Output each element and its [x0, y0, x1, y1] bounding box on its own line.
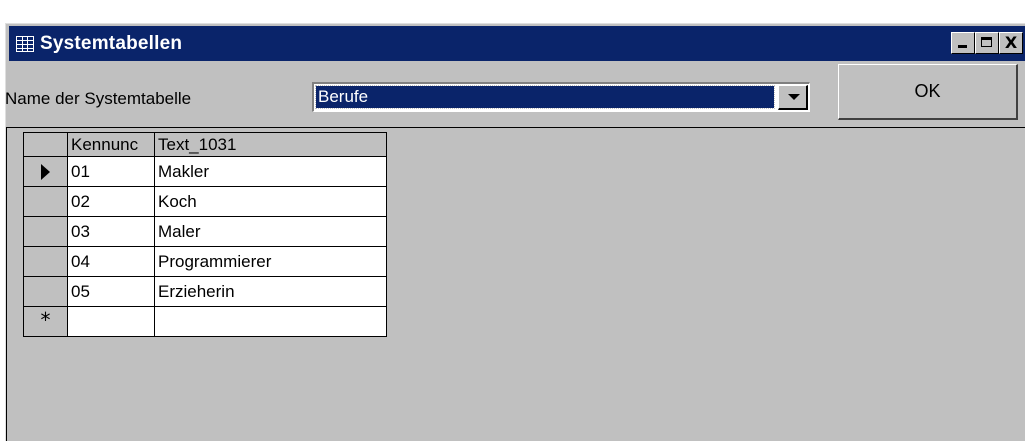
kennung-cell[interactable]: 01 [67, 156, 155, 187]
kennung-cell[interactable] [67, 306, 155, 337]
text-cell[interactable]: Erzieherin [154, 276, 387, 307]
combobox-dropdown-button[interactable] [778, 85, 808, 110]
window-title: Systemtabellen [40, 32, 183, 54]
combobox-selected-value[interactable]: Berufe [315, 85, 775, 109]
table-row[interactable]: 01 Makler [23, 156, 387, 187]
table-row[interactable]: 02 Koch [23, 186, 387, 217]
table-row[interactable]: 05 Erzieherin [23, 276, 387, 307]
row-selector[interactable]: * [23, 306, 68, 337]
ok-button[interactable]: OK [838, 64, 1018, 120]
text-cell[interactable]: Koch [154, 186, 387, 217]
table-header-row: Kennunc Text_1031 [23, 132, 387, 157]
systemtabelle-combobox[interactable]: Berufe [312, 82, 810, 112]
maximize-button[interactable] [975, 32, 999, 54]
select-all-cell[interactable] [23, 132, 68, 157]
row-selector[interactable] [23, 186, 68, 217]
close-icon: X [1004, 33, 1018, 52]
kennung-cell[interactable]: 05 [67, 276, 155, 307]
row-selector[interactable] [23, 216, 68, 247]
title-bar[interactable]: Systemtabellen X [9, 26, 1025, 61]
row-selector[interactable] [23, 156, 68, 187]
new-record-row[interactable]: * [23, 306, 387, 337]
minimize-button[interactable] [951, 32, 975, 54]
row-selector[interactable] [23, 246, 68, 277]
datasheet-grid: Kennunc Text_1031 01 Makler 02 Koch 03 M… [6, 127, 1025, 441]
text-cell[interactable] [154, 306, 387, 337]
text-cell[interactable]: Makler [154, 156, 387, 187]
close-button[interactable]: X [999, 32, 1023, 54]
column-header-text[interactable]: Text_1031 [154, 132, 387, 157]
kennung-cell[interactable]: 04 [67, 246, 155, 277]
column-header-kennung[interactable]: Kennunc [67, 132, 155, 157]
table-row[interactable]: 03 Maler [23, 216, 387, 247]
text-cell[interactable]: Programmierer [154, 246, 387, 277]
systemtabelle-label: Name der Systemtabelle [5, 89, 192, 108]
table-icon [16, 35, 34, 52]
table-row[interactable]: 04 Programmierer [23, 246, 387, 277]
arrow-right-icon [41, 164, 50, 181]
window-controls: X [951, 32, 1023, 54]
new-record-icon: * [40, 308, 51, 332]
kennung-cell[interactable]: 03 [67, 216, 155, 247]
text-cell[interactable]: Maler [154, 216, 387, 247]
row-selector[interactable] [23, 276, 68, 307]
systemtabelle-table: Kennunc Text_1031 01 Makler 02 Koch 03 M… [23, 132, 387, 337]
kennung-cell[interactable]: 02 [67, 186, 155, 217]
